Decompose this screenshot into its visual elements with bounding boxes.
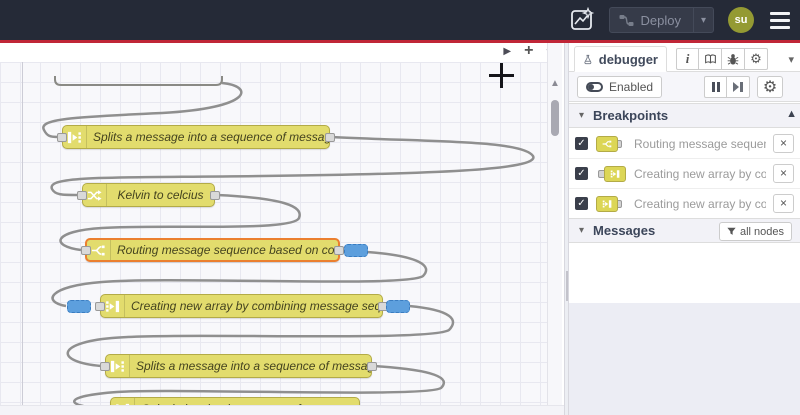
remove-breakpoint-button[interactable]: ×	[773, 134, 794, 153]
step-button[interactable]	[727, 76, 750, 98]
deploy-label: Deploy	[640, 12, 681, 28]
tab-debugger[interactable]: debugger	[574, 46, 667, 72]
enabled-label: Enabled	[609, 80, 654, 94]
node-label: Creating new array by combining message …	[131, 299, 382, 313]
breakpoint-checkbox[interactable]	[575, 167, 588, 180]
breakpoint-badge-input[interactable]	[67, 300, 91, 313]
join-node-icon	[595, 195, 627, 212]
deploy-icon	[619, 14, 633, 26]
messages-empty-area	[569, 303, 800, 415]
gear-icon: ⚙	[750, 51, 762, 66]
section-title: Breakpoints	[593, 108, 669, 123]
node-red-app: Deploy ▾ su ▶ + ▾	[0, 0, 800, 415]
output-port[interactable]	[367, 362, 377, 371]
sidebar-more-chevron-icon[interactable]: ▾	[788, 53, 794, 66]
help-tab-button[interactable]	[699, 48, 722, 70]
breakpoint-badge-output[interactable]	[386, 300, 410, 313]
output-port[interactable]	[334, 246, 344, 255]
tab-label: debugger	[598, 51, 658, 67]
breakpoint-label: Creating new array by combining message …	[634, 196, 766, 211]
scroll-up-icon[interactable]: ▲	[550, 78, 560, 89]
add-flow-button[interactable]: +	[524, 43, 533, 59]
flow-node-change[interactable]: Kelvin to celcius	[77, 183, 220, 207]
step-icon	[733, 82, 743, 92]
flow-node-split-1[interactable]: Splits a message into a sequence of mess…	[57, 125, 335, 149]
funnel-icon	[727, 227, 736, 235]
breakpoints-section-header[interactable]: ▾ Breakpoints ▲	[569, 103, 800, 128]
sidebar-tabbar: debugger i ⚙ ▾	[569, 43, 800, 72]
node-label: Splits a message into a sequence of mess…	[136, 359, 371, 373]
deploy-button[interactable]: Deploy	[610, 13, 693, 28]
breakpoint-row[interactable]: Routing message sequence based on condit…	[569, 129, 800, 159]
info-tab-button[interactable]: i	[676, 48, 699, 70]
flow-node-split-2[interactable]: Splits a message into a sequence of mess…	[100, 354, 377, 378]
remove-breakpoint-button[interactable]: ×	[773, 164, 794, 183]
config-tab-button[interactable]: ⚙	[745, 48, 768, 70]
node-label: Splits a message into a sequence of mess…	[93, 130, 329, 144]
remove-breakpoint-button[interactable]: ×	[773, 194, 794, 213]
output-port[interactable]	[325, 133, 335, 142]
canvas-vertical-scrollbar[interactable]: ▲	[547, 43, 562, 405]
canvas-bottom-strip	[0, 405, 566, 415]
switch-node-icon	[595, 135, 627, 152]
assistant-chart-icon[interactable]	[569, 7, 595, 33]
input-port[interactable]	[77, 191, 87, 200]
debugger-settings-button[interactable]: ⚙	[757, 76, 783, 98]
chevron-down-icon: ▾	[579, 110, 585, 121]
flow-node-join-1[interactable]: Creating new array by combining message …	[67, 294, 410, 318]
book-icon	[704, 54, 716, 64]
breakpoint-checkbox[interactable]	[575, 197, 588, 210]
pause-icon	[711, 82, 720, 92]
message-filter-button[interactable]: all nodes	[718, 222, 792, 241]
workspace-tabstrip: ▶ + ▾	[0, 43, 566, 62]
breakpoint-row[interactable]: Creating new array by combining message …	[569, 159, 800, 189]
bug-icon	[727, 53, 739, 65]
sidebar: debugger i ⚙ ▾ Enabled ⚙ ▾ Breakpoints ▲…	[569, 43, 800, 415]
flow-canvas[interactable]: Splits a message into a sequence of mess…	[0, 62, 547, 405]
flow-node-join-2[interactable]: Calculating the the average of temperatu…	[110, 397, 360, 405]
messages-list-empty-row	[569, 286, 800, 303]
main-menu-icon[interactable]	[768, 8, 792, 33]
input-port[interactable]	[81, 246, 91, 255]
tab-scroll-right-icon[interactable]: ▶	[503, 46, 511, 57]
join-node-icon	[595, 165, 627, 182]
deploy-button-group: Deploy ▾	[608, 7, 714, 33]
debugger-toolbar: Enabled ⚙	[569, 72, 800, 102]
chevron-down-icon: ▾	[579, 225, 585, 236]
sidebar-scroll-up-icon[interactable]: ▲	[786, 108, 797, 120]
deploy-options-dropdown[interactable]: ▾	[692, 8, 713, 32]
breakpoint-label: Routing message sequence based on condit…	[634, 136, 766, 151]
input-port[interactable]	[95, 302, 105, 311]
output-port[interactable]	[210, 191, 220, 200]
toggle-icon	[586, 82, 603, 92]
breakpoint-row[interactable]: Creating new array by combining message …	[569, 189, 800, 219]
join-icon	[111, 398, 135, 405]
node-label: Routing message sequence based on condit…	[117, 243, 338, 257]
debug-tab-button[interactable]	[722, 48, 745, 70]
gear-icon: ⚙	[762, 79, 778, 96]
breakpoint-label: Creating new array by combining message …	[634, 166, 766, 181]
workspace-left-edge	[22, 62, 23, 405]
input-port[interactable]	[100, 362, 110, 371]
debugger-enabled-toggle[interactable]: Enabled	[577, 76, 663, 98]
flow-node-switch[interactable]: Routing message sequence based on condit…	[81, 238, 368, 262]
pause-button[interactable]	[704, 76, 727, 98]
node-label: Kelvin to celcius	[117, 188, 204, 202]
info-icon: i	[685, 51, 690, 66]
messages-section-header[interactable]: ▾ Messages all nodes	[569, 218, 800, 243]
filter-label: all nodes	[739, 225, 784, 238]
user-avatar[interactable]: su	[728, 7, 754, 33]
flask-icon	[584, 54, 592, 64]
breakpoint-badge[interactable]	[344, 244, 368, 257]
section-title: Messages	[593, 223, 656, 238]
scrollbar-thumb[interactable]	[551, 100, 559, 136]
app-header: Deploy ▾ su	[0, 0, 800, 40]
breakpoint-checkbox[interactable]	[575, 137, 588, 150]
input-port[interactable]	[57, 133, 67, 142]
